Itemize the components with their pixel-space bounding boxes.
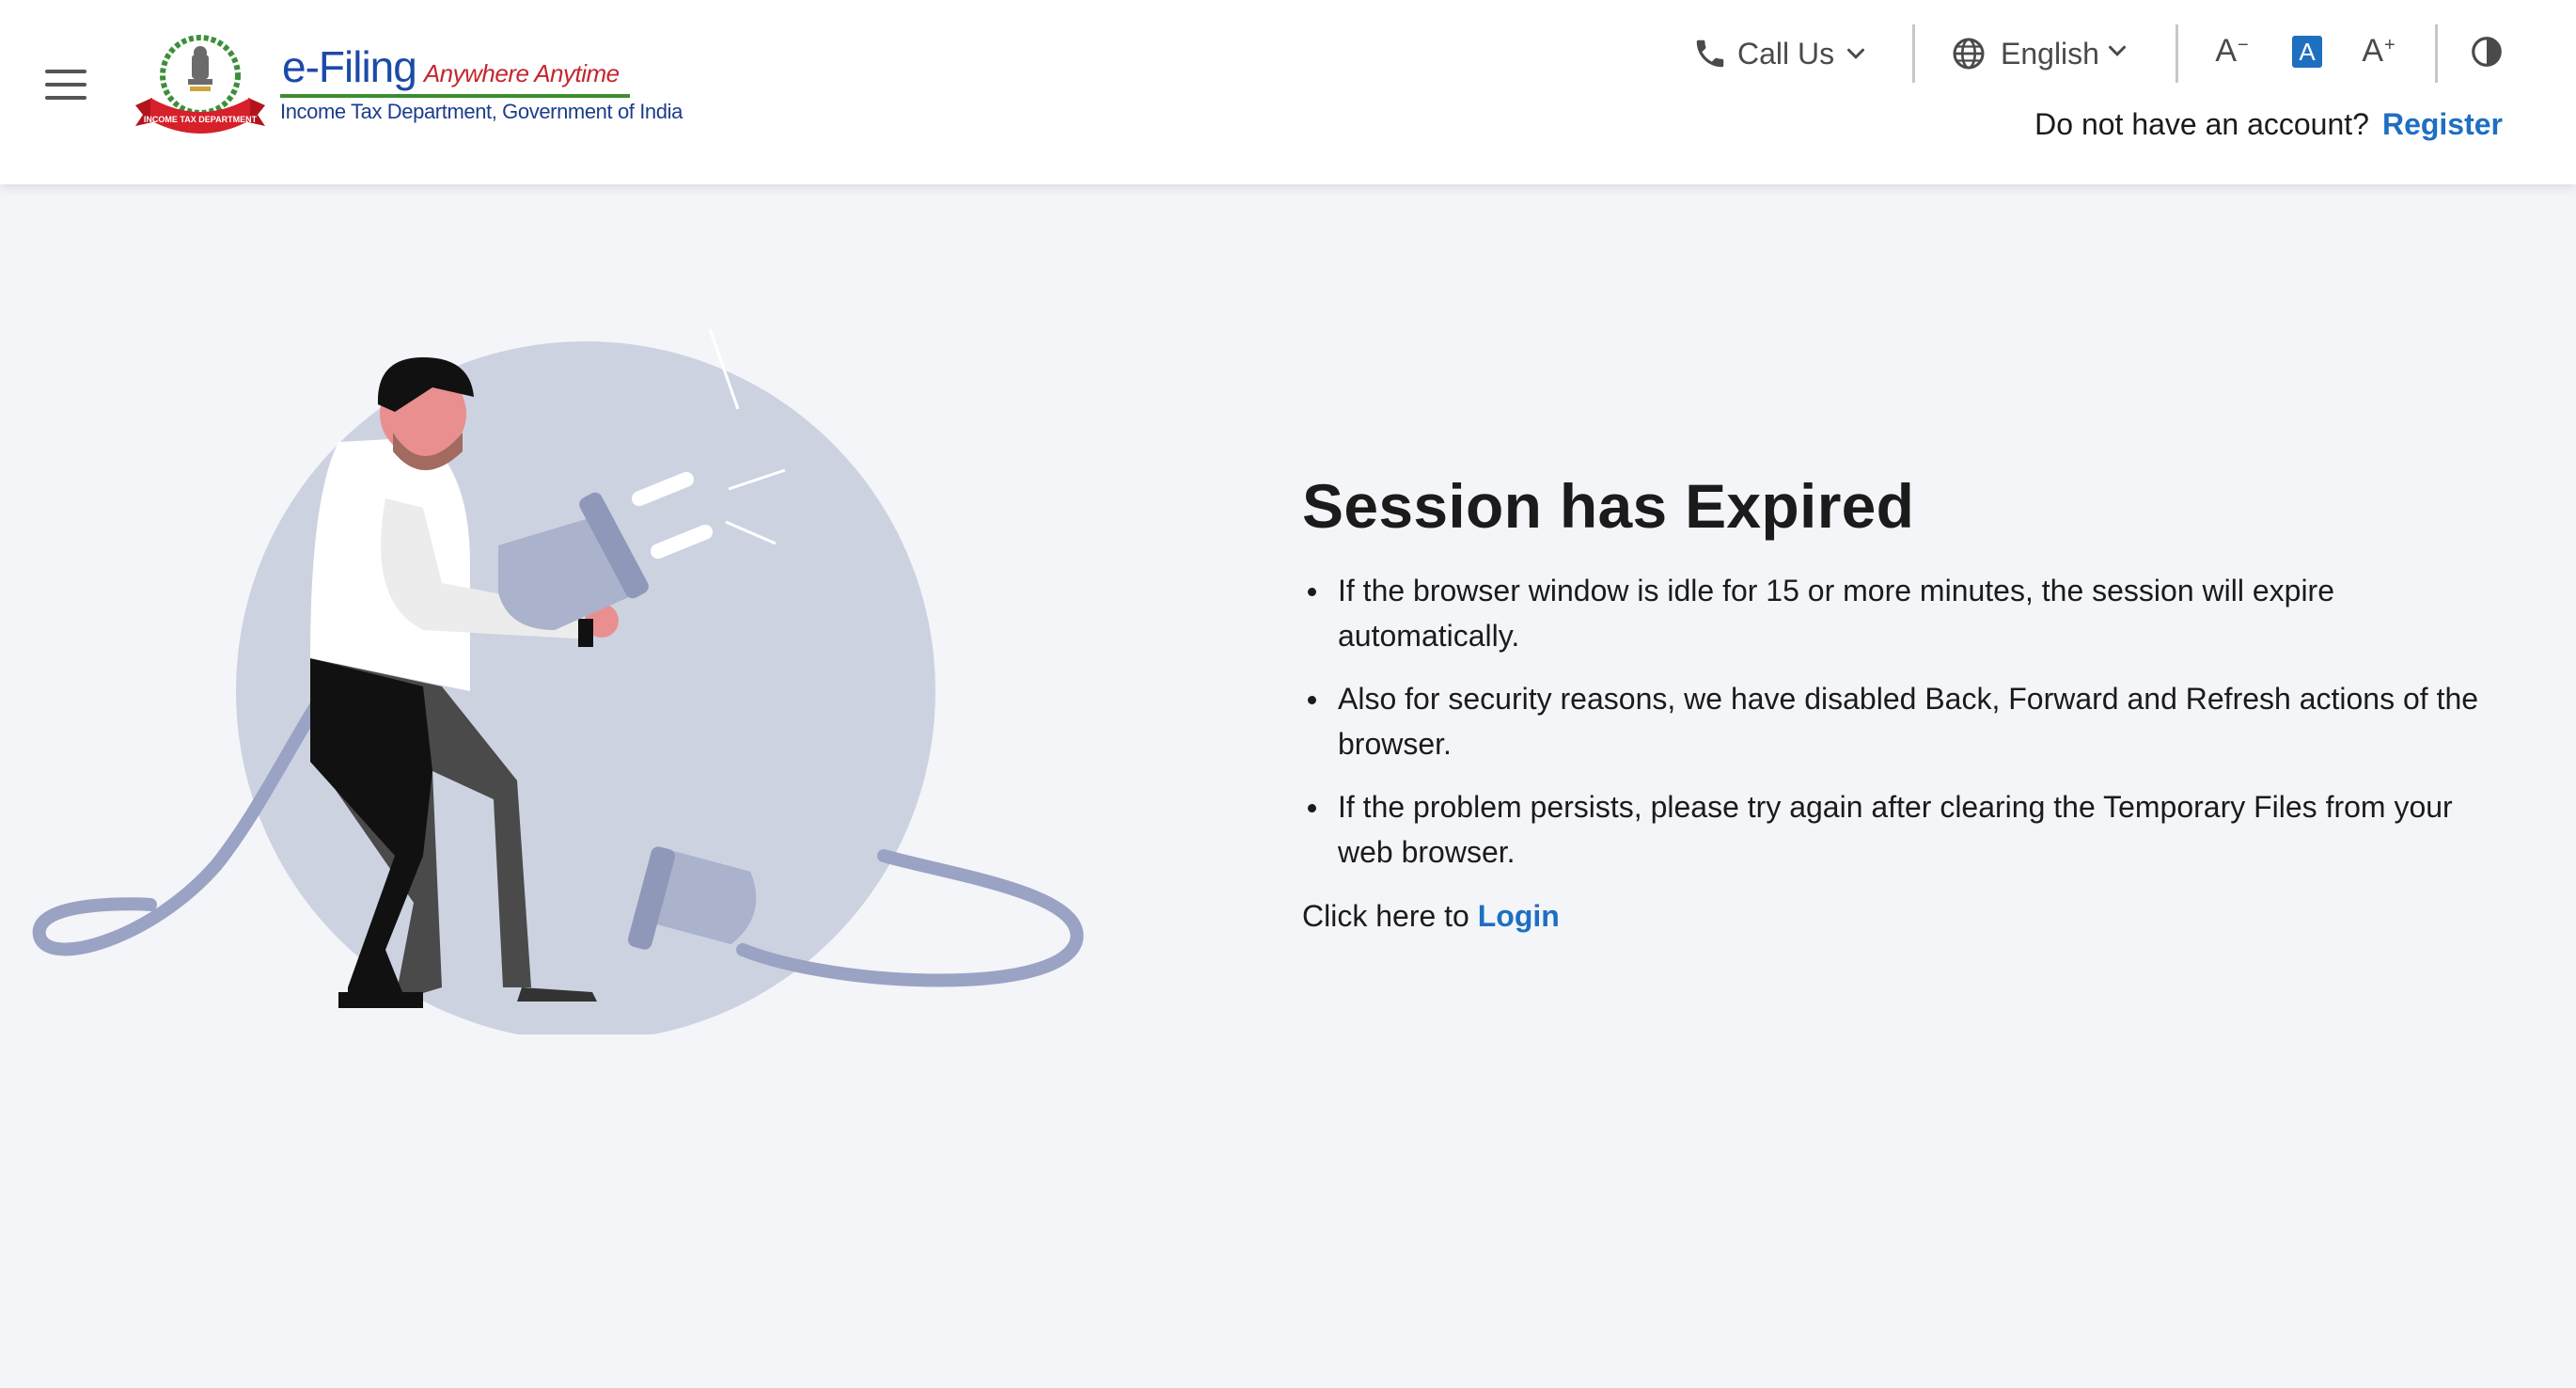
default-font-label: A [2299,37,2316,66]
chevron-down-icon [1847,48,1865,59]
login-prompt: Click here to Login [1302,899,2487,934]
login-link[interactable]: Login [1478,899,1560,933]
income-tax-emblem-logo[interactable]: INCOME TAX DEPARTMENT [130,32,271,137]
info-list: If the browser window is idle for 15 or … [1302,568,2487,875]
list-item: If the browser window is idle for 15 or … [1308,568,2487,658]
language-label: English [2001,36,2099,71]
logo-subtitle: Income Tax Department, Government of Ind… [280,100,683,123]
logo-tagline: Anywhere Anytime [423,59,620,87]
header-divider [2175,24,2178,83]
hamburger-menu-icon[interactable] [45,70,90,102]
register-link[interactable]: Register [2382,107,2503,141]
call-us-dropdown[interactable]: Call Us [1692,28,1870,79]
site-header: INCOME TAX DEPARTMENT e-Filing Anywhere A… [0,0,2576,184]
logo-rule [280,94,630,98]
page-title: Session has Expired [1302,471,1915,541]
language-dropdown[interactable]: English [1950,28,2131,79]
unplugged-cable-illustration [32,329,1084,1034]
logo-title[interactable]: e-Filing Anywhere Anytime [282,41,620,92]
list-item: If the problem persists, please try agai… [1308,784,2487,875]
globe-icon [1953,38,1985,70]
list-item: Also for security reasons, we have disab… [1308,676,2487,766]
logo-efiling-text: e-Filing [282,42,417,91]
header-divider [2435,24,2438,83]
increase-font-button[interactable]: A + [2358,30,2399,71]
chevron-down-icon [2108,45,2126,56]
decrease-font-button[interactable]: A − [2211,30,2253,71]
header-divider [1912,24,1915,83]
call-us-label: Call Us [1737,36,1835,71]
emblem-ribbon-text: INCOME TAX DEPARTMENT [144,115,258,124]
login-prompt-text: Click here to [1302,899,1469,933]
account-prompt-text: Do not have an account? [2034,107,2369,141]
increase-font-label: A [2362,32,2383,69]
default-font-button[interactable]: A [2292,36,2322,68]
phone-icon [1696,39,1724,68]
contrast-icon[interactable] [2469,34,2505,70]
session-expired-panel: Session has Expired If the browser windo… [1302,470,2487,934]
decrease-font-label: A [2215,32,2237,69]
account-prompt: Do not have an account? Register [2034,107,2503,142]
